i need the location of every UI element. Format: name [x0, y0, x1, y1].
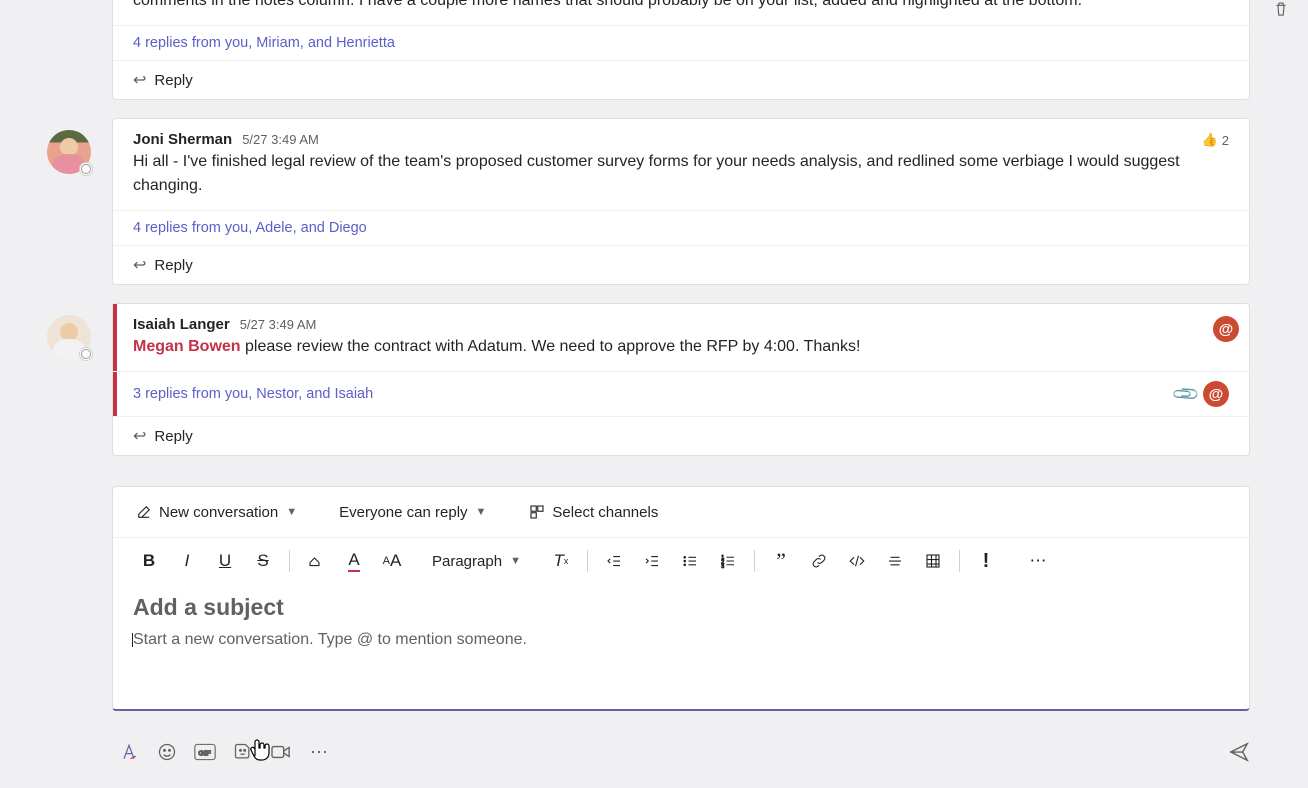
bulleted-list-button[interactable] — [672, 544, 708, 578]
quote-button[interactable]: ” — [763, 544, 799, 578]
reaction-count: 2 — [1222, 133, 1229, 148]
message-author[interactable]: Isaiah Langer — [133, 316, 230, 333]
toolbar-separator — [959, 550, 960, 572]
bold-button[interactable]: B — [131, 544, 167, 578]
new-conversation-type[interactable]: New conversation ▼ — [131, 499, 301, 525]
message-body: Megan Bowen please review the contract w… — [113, 335, 1249, 371]
message-timestamp: 5/27 3:49 AM — [240, 317, 317, 332]
toolbar-separator — [289, 550, 290, 572]
avatar[interactable] — [47, 130, 91, 174]
clear-formatting-button[interactable]: Tx — [543, 544, 579, 578]
outdent-button[interactable] — [596, 544, 632, 578]
link-button[interactable] — [801, 544, 837, 578]
reply-label: Reply — [154, 257, 192, 274]
more-actions-button[interactable]: ⋯ — [302, 736, 336, 768]
horizontal-rule-button[interactable] — [877, 544, 913, 578]
emoji-button[interactable] — [150, 736, 184, 768]
message-body: comments in the notes column. I have a c… — [113, 0, 1249, 25]
font-size-button[interactable]: AA — [374, 544, 410, 578]
format-toggle-button[interactable] — [112, 736, 146, 768]
attachment-icon[interactable]: 📎 — [1170, 379, 1201, 410]
message-card: comments in the notes column. I have a c… — [112, 0, 1250, 100]
gif-button[interactable]: GIF — [188, 736, 222, 768]
replies-summary[interactable]: 4 replies from you, Miriam, and Henriett… — [113, 25, 1249, 60]
compose-actions: GIF ⋯ — [112, 736, 1250, 768]
chevron-down-icon: ▼ — [510, 555, 521, 567]
at-mention[interactable]: Megan Bowen — [133, 338, 241, 355]
avatar[interactable] — [47, 315, 91, 359]
subject-input[interactable]: Add a subject — [133, 594, 1229, 621]
discard-button[interactable] — [1272, 0, 1290, 18]
reply-label: Reply — [154, 72, 192, 89]
replies-summary[interactable]: 3 replies from you, Nestor, and Isaiah 📎… — [113, 371, 1249, 416]
paragraph-style-dropdown[interactable]: Paragraph ▼ — [426, 549, 527, 574]
reply-button[interactable]: ↩ Reply — [113, 416, 1249, 455]
underline-button[interactable]: U — [207, 544, 243, 578]
reply-button[interactable]: ↩ Reply — [113, 60, 1249, 99]
numbered-list-button[interactable]: 123 — [710, 544, 746, 578]
mention-accent — [113, 304, 117, 378]
compose-box: New conversation ▼ Everyone can reply ▼ … — [112, 486, 1250, 711]
message-card: Joni Sherman 5/27 3:49 AM 👍 2 Hi all - I… — [112, 118, 1250, 285]
select-channels-button[interactable]: Select channels — [524, 499, 662, 525]
message-body: Hi all - I've finished legal review of t… — [113, 150, 1249, 210]
reply-permissions[interactable]: Everyone can reply ▼ — [335, 500, 490, 525]
message-card: @ Isaiah Langer 5/27 3:49 AM Megan Bowen… — [112, 303, 1250, 456]
font-color-button[interactable]: A — [336, 544, 372, 578]
code-button[interactable] — [839, 544, 875, 578]
message-timestamp: 5/27 3:49 AM — [242, 132, 319, 147]
message-author[interactable]: Joni Sherman — [133, 131, 232, 148]
send-button[interactable] — [1228, 741, 1250, 763]
chevron-down-icon: ▼ — [286, 506, 297, 518]
presence-offline-icon — [79, 347, 93, 361]
table-button[interactable] — [915, 544, 951, 578]
reply-arrow-icon: ↩ — [133, 70, 146, 90]
indent-button[interactable] — [634, 544, 670, 578]
meet-now-button[interactable] — [264, 736, 298, 768]
reply-button[interactable]: ↩ Reply — [113, 245, 1249, 284]
italic-button[interactable]: I — [169, 544, 205, 578]
reply-label: Reply — [154, 428, 192, 445]
highlight-button[interactable] — [298, 544, 334, 578]
reply-arrow-icon: ↩ — [133, 255, 146, 275]
message-input[interactable]: Start a new conversation. Type @ to ment… — [133, 631, 1229, 649]
more-options-button[interactable]: ⋯ — [1020, 544, 1056, 578]
strikethrough-button[interactable]: S — [245, 544, 281, 578]
format-toolbar: B I U S A AA Paragraph ▼ Tx — [113, 538, 1249, 584]
replies-summary[interactable]: 4 replies from you, Adele, and Diego — [113, 210, 1249, 245]
svg-text:3: 3 — [721, 564, 724, 570]
mention-badge-icon[interactable]: @ — [1213, 316, 1239, 342]
important-button[interactable]: ! — [968, 544, 1004, 578]
reaction-thumbs-up[interactable]: 👍 2 — [1202, 132, 1229, 148]
compose-icon — [135, 503, 153, 521]
mention-badge-icon[interactable]: @ — [1203, 381, 1229, 407]
sticker-button[interactable] — [226, 736, 260, 768]
toolbar-separator — [754, 550, 755, 572]
reply-arrow-icon: ↩ — [133, 426, 146, 446]
presence-offline-icon — [79, 162, 93, 176]
toolbar-separator — [587, 550, 588, 572]
svg-text:GIF: GIF — [198, 748, 211, 757]
chevron-down-icon: ▼ — [476, 506, 487, 518]
thumbs-up-icon: 👍 — [1202, 132, 1218, 148]
channels-icon — [528, 503, 546, 521]
